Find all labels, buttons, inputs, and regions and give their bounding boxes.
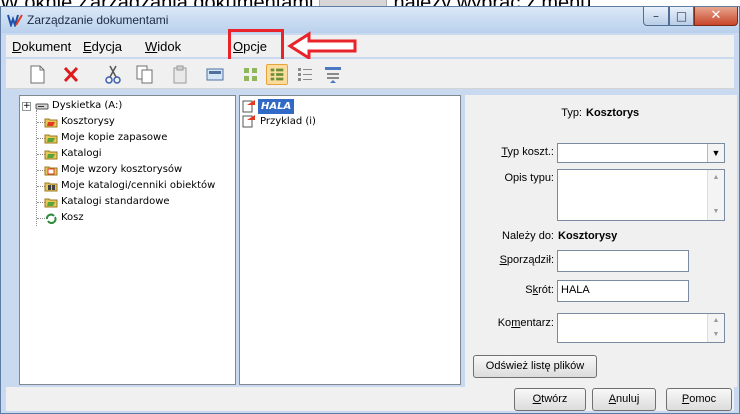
scroll-down-icon[interactable]: ▼ [708,328,724,342]
folder-backup-icon [44,134,58,144]
chevron-down-icon[interactable]: ▼ [707,144,724,162]
nalezy-do-label: Należy do: [502,230,554,242]
opis-typu-textarea[interactable]: ▲ ▼ [557,169,725,221]
maximize-button[interactable]: □ [669,7,694,26]
menu-dokument[interactable]: Dokument [12,39,71,54]
tree-expander-icon[interactable]: + [22,102,31,111]
toolbar [6,59,734,89]
opis-typu-scrollbar[interactable]: ▲ ▼ [707,170,724,220]
tree-item-wzory[interactable]: Moje wzory kosztorysów [20,162,230,178]
folder-standard-catalogs-icon [44,198,58,208]
cut-icon[interactable] [102,64,124,85]
close-button[interactable]: ✕ [694,7,738,26]
folder-price-lists-icon [44,182,58,192]
tree-item-kosztorysy[interactable]: Kosztorysy [20,114,230,130]
scroll-up-icon[interactable]: ▲ [708,314,724,328]
typ-koszt-label: Typ koszt.: [501,146,554,158]
screen-icon[interactable] [204,64,226,85]
komentarz-scrollbar[interactable]: ▲ ▼ [707,314,724,342]
details-view-icon[interactable] [322,64,344,85]
nalezy-do-value: Kosztorysy [558,230,618,242]
sporzadzil-input[interactable] [557,250,689,272]
app-icon [7,14,23,27]
typ-koszt-combo[interactable]: ▼ [557,143,725,163]
list-view-icon[interactable] [294,64,316,85]
menu-bar: Dokument Edycja Widok Opcje [6,35,734,57]
minimize-icon: – [653,9,659,23]
maximize-icon: □ [675,9,688,23]
bottom-bar: Otwórz Anuluj Pomoc [6,387,734,411]
cost-estimate-file-icon [242,100,255,113]
help-button[interactable]: Pomoc [666,388,732,411]
copy-icon[interactable] [134,64,156,85]
folder-catalogs-icon [44,150,58,160]
folder-templates-icon [44,166,58,176]
details-panel: Typ: Kosztorys Typ koszt.: ▼ Opis typu: … [465,95,737,387]
tree-item-kopie-zapasowe[interactable]: Moje kopie zapasowe [20,130,230,146]
tree-item-katalogi-standardowe[interactable]: Katalogi standardowe [20,194,230,210]
sporzadzil-label: Sporządził: [499,254,554,266]
tree-item-katalogi[interactable]: Katalogi [20,146,230,162]
small-icons-view-icon[interactable] [266,64,288,85]
large-icons-view-icon[interactable] [240,64,262,85]
skrot-label: Skrót: [525,284,554,296]
annotation-highlight-box [228,29,284,62]
open-button[interactable]: Otwórz [514,388,586,411]
delete-icon[interactable] [60,64,82,85]
opis-typu-label: Opis typu: [504,172,554,184]
annotation-arrow-icon [287,31,357,61]
typ-value: Kosztorys [586,107,640,119]
komentarz-textarea[interactable]: ▲ ▼ [557,313,725,343]
refresh-file-list-button[interactable]: Odśwież listę plików [473,355,597,378]
document-manager-window: Zarządzanie dokumentami – □ ✕ Dokument E… [0,6,740,414]
file-list[interactable]: HALA Przyklad (i) [239,95,461,385]
folder-cost-estimates-icon [44,118,58,128]
tree-item-dyskietka[interactable]: + Dyskietka (A:) [20,98,230,114]
new-document-icon[interactable] [26,64,48,85]
cancel-button[interactable]: Anuluj [592,388,656,411]
tree-item-cenniki[interactable]: Moje katalogi/cenniki obiektów [20,178,230,194]
recycle-bin-icon [46,213,57,224]
komentarz-label: Komentarz: [497,317,554,329]
menu-edycja[interactable]: Edycja [83,39,122,54]
paste-icon[interactable] [170,64,192,85]
window-title: Zarządzanie dokumentami [27,13,169,27]
close-icon: ✕ [710,8,722,23]
minimize-button[interactable]: – [643,7,669,26]
scroll-up-icon[interactable]: ▲ [708,170,724,186]
floppy-drive-icon [35,103,49,110]
menu-widok[interactable]: Widok [145,39,181,54]
skrot-input[interactable]: HALA [557,280,689,302]
typ-label: Typ: [561,107,582,119]
title-bar[interactable]: Zarządzanie dokumentami – □ ✕ [1,7,739,33]
folder-tree[interactable]: + Dyskietka (A:) Kosztorysy Moje kopie z… [19,95,236,385]
tree-item-kosz[interactable]: Kosz [20,210,230,226]
scroll-down-icon[interactable]: ▼ [708,204,724,220]
cost-estimate-file-icon [242,115,255,128]
